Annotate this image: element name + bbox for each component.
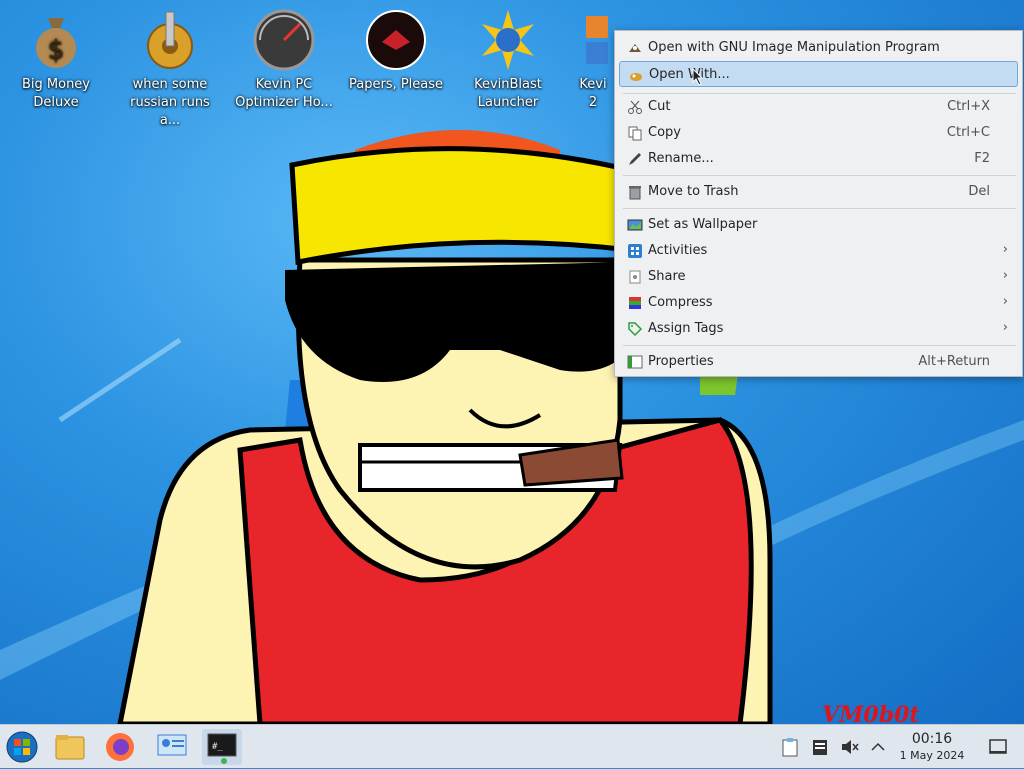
volume-muted-icon[interactable]	[840, 737, 860, 757]
scissors-icon	[628, 100, 642, 114]
notes-icon[interactable]	[810, 737, 830, 757]
desktop-icon-label: Papers, Please	[348, 77, 444, 92]
menu-item-rename[interactable]: Rename... F2	[619, 146, 1018, 172]
system-settings-icon	[157, 734, 187, 756]
desktop-icon-papers-please[interactable]: Papers, Please	[346, 8, 446, 94]
menu-item-compress[interactable]: Compress ›	[619, 290, 1018, 316]
desktop-icon-label: Big Money Deluxe	[21, 77, 90, 110]
trash-icon	[629, 186, 641, 200]
taskbar-file-manager[interactable]	[50, 729, 90, 765]
menu-item-assign-tags[interactable]: Assign Tags ›	[619, 316, 1018, 342]
rename-icon	[629, 153, 641, 165]
menu-item-open-with-gimp[interactable]: Open with GNU Image Manipulation Program	[619, 35, 1018, 61]
svg-text:#_: #_	[212, 742, 223, 752]
taskbar: #_ 00:16 1 May 2024	[0, 724, 1024, 768]
submenu-arrow-icon: ›	[1002, 268, 1008, 283]
clock-time[interactable]: 00:16	[896, 731, 968, 747]
desktop-icon-big-money-deluxe[interactable]: $ Big Money Deluxe	[6, 8, 106, 112]
menu-item-set-as-wallpaper[interactable]: Set as Wallpaper	[619, 212, 1018, 238]
desktop-icon-label: Kevin PC Optimizer Ho...	[235, 77, 333, 110]
clipboard-icon[interactable]	[780, 737, 800, 757]
app-icon	[586, 16, 608, 64]
properties-icon	[627, 355, 643, 369]
menu-separator	[623, 345, 1016, 346]
menu-item-copy[interactable]: Copy Ctrl+C	[619, 120, 1018, 146]
start-menu-icon	[6, 731, 38, 763]
desktop-icon-kevinblast-launcher[interactable]: KevinBlast Launcher	[458, 8, 558, 112]
start-menu-button[interactable]	[2, 729, 42, 765]
tag-icon	[628, 322, 643, 337]
copy-icon	[628, 126, 642, 141]
clock-date[interactable]: 1 May 2024	[890, 749, 974, 762]
menu-item-properties[interactable]: Properties Alt+Return	[619, 349, 1018, 375]
compress-icon	[629, 297, 641, 309]
taskbar-firefox[interactable]	[100, 729, 140, 765]
gear-icon	[147, 11, 193, 69]
show-desktop-icon[interactable]	[988, 737, 1008, 757]
desktop-icon-label: Kevi 2	[579, 77, 607, 110]
speedometer-icon	[253, 9, 315, 71]
desktop-icon-russian-runs[interactable]: when some russian runs a...	[120, 8, 220, 130]
menu-item-cut[interactable]: Cut Ctrl+X	[619, 94, 1018, 120]
terminal-icon: #_	[207, 733, 237, 764]
activities-icon	[628, 244, 642, 258]
file-manager-icon	[55, 735, 85, 760]
taskbar-system-settings[interactable]	[152, 729, 192, 765]
menu-item-move-to-trash[interactable]: Move to Trash Del	[619, 179, 1018, 205]
submenu-arrow-icon: ›	[1002, 294, 1008, 309]
taskbar-terminal[interactable]: #_	[202, 729, 242, 765]
starburst-icon	[482, 10, 534, 70]
mouse-cursor-icon	[692, 68, 704, 86]
desktop-icon-kevin-pc-optimizer[interactable]: Kevin PC Optimizer Ho...	[234, 8, 334, 112]
desktop-icon-label: KevinBlast Launcher	[474, 77, 542, 110]
desktop-icon-kevi[interactable]: Kevi 2	[560, 8, 616, 112]
gimp-icon	[629, 44, 641, 52]
money-bag-icon: $	[36, 18, 76, 68]
wallpaper-icon	[627, 219, 643, 231]
menu-separator	[623, 208, 1016, 209]
svg-text:$: $	[48, 35, 65, 65]
share-icon	[629, 270, 641, 284]
desktop-icon-label: when some russian runs a...	[130, 77, 210, 128]
menu-item-open-with[interactable]: Open With...	[619, 61, 1018, 87]
menu-item-share[interactable]: Share ›	[619, 264, 1018, 290]
menu-item-activities[interactable]: Activities ›	[619, 238, 1018, 264]
papers-please-icon	[366, 10, 426, 70]
tray-expand-icon[interactable]	[868, 737, 888, 757]
submenu-arrow-icon: ›	[1002, 320, 1008, 335]
gimp-icon	[630, 73, 642, 81]
menu-separator	[623, 175, 1016, 176]
firefox-icon	[106, 733, 134, 761]
submenu-arrow-icon: ›	[1002, 242, 1008, 257]
context-menu: Open with GNU Image Manipulation Program…	[614, 30, 1023, 377]
